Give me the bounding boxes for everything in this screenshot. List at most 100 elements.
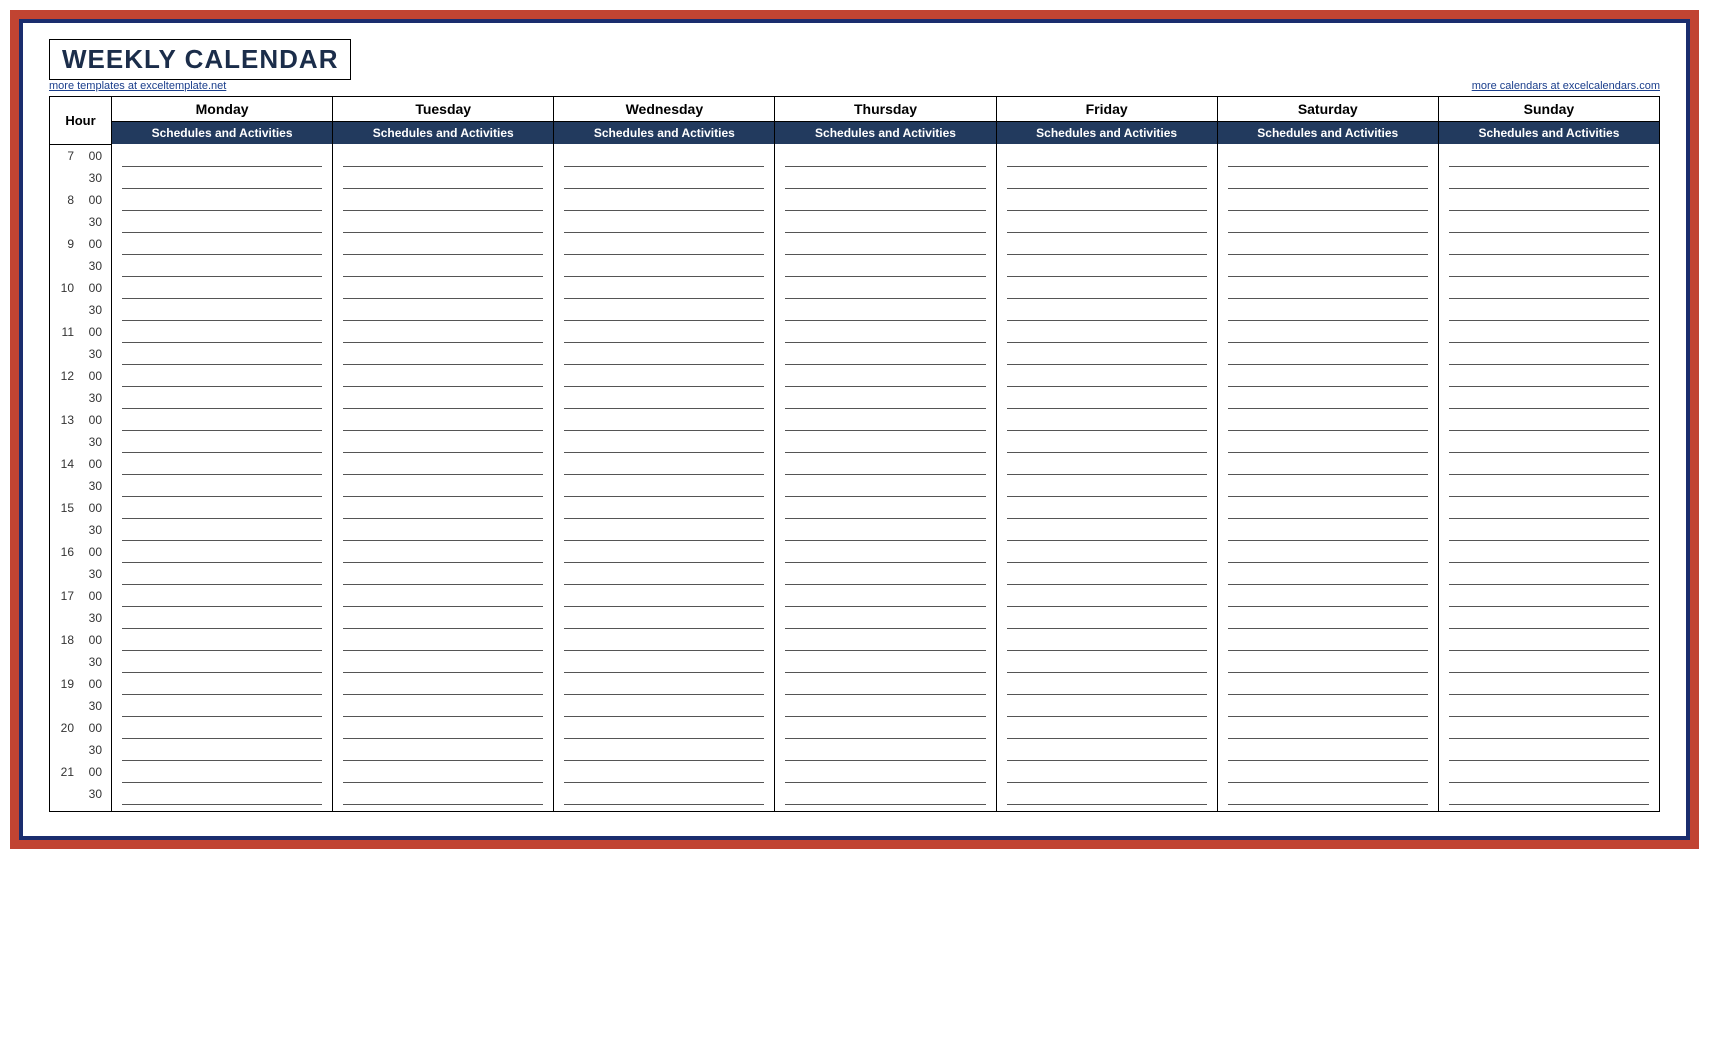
schedule-slot[interactable] <box>775 475 996 497</box>
schedule-slot[interactable] <box>1438 167 1659 189</box>
schedule-slot[interactable] <box>333 299 554 321</box>
schedule-slot[interactable] <box>1438 277 1659 299</box>
schedule-slot[interactable] <box>333 607 554 629</box>
schedule-slot[interactable] <box>112 255 333 277</box>
schedule-slot[interactable] <box>112 409 333 431</box>
schedule-slot[interactable] <box>996 343 1217 365</box>
schedule-slot[interactable] <box>996 783 1217 812</box>
schedule-slot[interactable] <box>333 629 554 651</box>
schedule-slot[interactable] <box>112 607 333 629</box>
schedule-slot[interactable] <box>1217 409 1438 431</box>
schedule-slot[interactable] <box>554 563 775 585</box>
schedule-slot[interactable] <box>554 365 775 387</box>
schedule-slot[interactable] <box>1438 211 1659 233</box>
schedule-slot[interactable] <box>554 585 775 607</box>
schedule-slot[interactable] <box>775 299 996 321</box>
schedule-slot[interactable] <box>1217 167 1438 189</box>
schedule-slot[interactable] <box>996 409 1217 431</box>
schedule-slot[interactable] <box>1217 783 1438 812</box>
schedule-slot[interactable] <box>1438 651 1659 673</box>
schedule-slot[interactable] <box>333 233 554 255</box>
schedule-slot[interactable] <box>333 695 554 717</box>
templates-link[interactable]: more templates at exceltemplate.net <box>49 80 226 92</box>
schedule-slot[interactable] <box>996 431 1217 453</box>
schedule-slot[interactable] <box>554 541 775 563</box>
schedule-slot[interactable] <box>1438 585 1659 607</box>
schedule-slot[interactable] <box>1217 717 1438 739</box>
schedule-slot[interactable] <box>333 365 554 387</box>
schedule-slot[interactable] <box>1217 563 1438 585</box>
schedule-slot[interactable] <box>775 167 996 189</box>
schedule-slot[interactable] <box>554 144 775 167</box>
schedule-slot[interactable] <box>333 453 554 475</box>
schedule-slot[interactable] <box>112 343 333 365</box>
schedule-slot[interactable] <box>1217 453 1438 475</box>
schedule-slot[interactable] <box>996 321 1217 343</box>
schedule-slot[interactable] <box>333 497 554 519</box>
calendars-link[interactable]: more calendars at excelcalendars.com <box>1472 80 1660 92</box>
schedule-slot[interactable] <box>112 717 333 739</box>
schedule-slot[interactable] <box>775 189 996 211</box>
schedule-slot[interactable] <box>775 365 996 387</box>
schedule-slot[interactable] <box>775 321 996 343</box>
schedule-slot[interactable] <box>1217 299 1438 321</box>
schedule-slot[interactable] <box>775 541 996 563</box>
schedule-slot[interactable] <box>996 299 1217 321</box>
schedule-slot[interactable] <box>112 739 333 761</box>
schedule-slot[interactable] <box>1217 144 1438 167</box>
schedule-slot[interactable] <box>775 563 996 585</box>
schedule-slot[interactable] <box>333 409 554 431</box>
schedule-slot[interactable] <box>996 387 1217 409</box>
schedule-slot[interactable] <box>775 761 996 783</box>
schedule-slot[interactable] <box>775 211 996 233</box>
schedule-slot[interactable] <box>1438 497 1659 519</box>
schedule-slot[interactable] <box>554 629 775 651</box>
schedule-slot[interactable] <box>996 233 1217 255</box>
schedule-slot[interactable] <box>333 255 554 277</box>
schedule-slot[interactable] <box>333 651 554 673</box>
schedule-slot[interactable] <box>1217 629 1438 651</box>
schedule-slot[interactable] <box>554 607 775 629</box>
schedule-slot[interactable] <box>333 717 554 739</box>
schedule-slot[interactable] <box>775 783 996 812</box>
schedule-slot[interactable] <box>333 563 554 585</box>
schedule-slot[interactable] <box>1217 673 1438 695</box>
schedule-slot[interactable] <box>554 673 775 695</box>
schedule-slot[interactable] <box>554 233 775 255</box>
schedule-slot[interactable] <box>554 299 775 321</box>
schedule-slot[interactable] <box>112 563 333 585</box>
schedule-slot[interactable] <box>1217 277 1438 299</box>
schedule-slot[interactable] <box>1438 431 1659 453</box>
schedule-slot[interactable] <box>775 739 996 761</box>
schedule-slot[interactable] <box>996 255 1217 277</box>
schedule-slot[interactable] <box>1438 144 1659 167</box>
schedule-slot[interactable] <box>996 475 1217 497</box>
schedule-slot[interactable] <box>333 343 554 365</box>
schedule-slot[interactable] <box>112 497 333 519</box>
schedule-slot[interactable] <box>1217 475 1438 497</box>
schedule-slot[interactable] <box>775 453 996 475</box>
schedule-slot[interactable] <box>775 607 996 629</box>
schedule-slot[interactable] <box>996 739 1217 761</box>
schedule-slot[interactable] <box>996 167 1217 189</box>
schedule-slot[interactable] <box>333 673 554 695</box>
schedule-slot[interactable] <box>1217 365 1438 387</box>
schedule-slot[interactable] <box>554 167 775 189</box>
schedule-slot[interactable] <box>1217 387 1438 409</box>
schedule-slot[interactable] <box>112 651 333 673</box>
schedule-slot[interactable] <box>1217 695 1438 717</box>
schedule-slot[interactable] <box>554 321 775 343</box>
schedule-slot[interactable] <box>775 519 996 541</box>
schedule-slot[interactable] <box>554 497 775 519</box>
schedule-slot[interactable] <box>333 321 554 343</box>
schedule-slot[interactable] <box>1438 189 1659 211</box>
schedule-slot[interactable] <box>333 519 554 541</box>
schedule-slot[interactable] <box>996 541 1217 563</box>
schedule-slot[interactable] <box>112 431 333 453</box>
schedule-slot[interactable] <box>554 761 775 783</box>
schedule-slot[interactable] <box>1217 431 1438 453</box>
schedule-slot[interactable] <box>112 783 333 812</box>
schedule-slot[interactable] <box>1438 717 1659 739</box>
schedule-slot[interactable] <box>112 321 333 343</box>
schedule-slot[interactable] <box>775 409 996 431</box>
